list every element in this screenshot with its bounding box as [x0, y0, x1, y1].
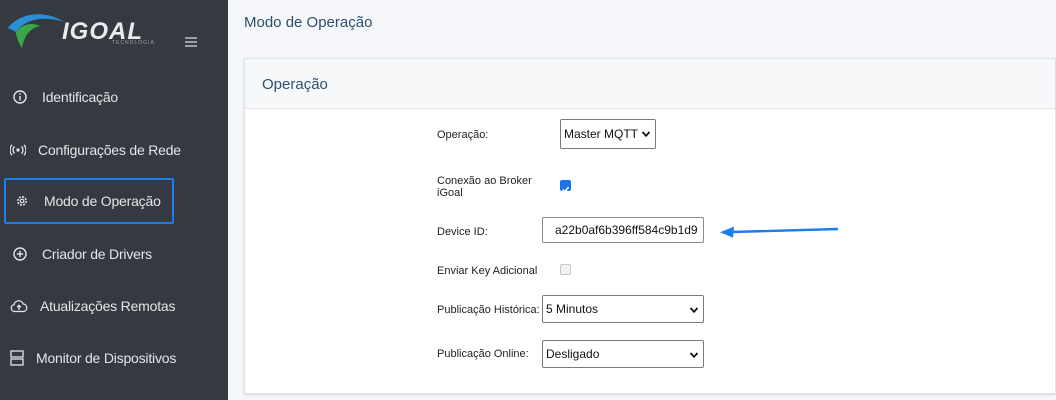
server-icon — [10, 348, 24, 368]
chevron-down-icon — [689, 307, 699, 314]
sidebar-item-label: Criador de Drivers — [42, 246, 152, 262]
publicacao-online-select-value: Desligado — [546, 347, 600, 361]
enviar-key-label: Enviar Key Adicional — [437, 265, 538, 277]
gear-icon — [12, 191, 32, 211]
sidebar-item-configuracoes-rede[interactable]: Configurações de Rede — [4, 127, 181, 173]
enviar-key-checkbox[interactable] — [560, 264, 571, 275]
card-title: Operação — [262, 76, 328, 93]
sidebar: IGOAL TECNOLOGIA Identificação Configura… — [0, 0, 228, 400]
page-title: Modo de Operação — [244, 14, 373, 31]
info-icon — [10, 87, 30, 107]
sidebar-item-label: Atualizações Remotas — [40, 298, 176, 314]
sidebar-item-label: Configurações de Rede — [38, 142, 181, 158]
sidebar-item-criador-drivers[interactable]: Criador de Drivers — [4, 231, 174, 277]
sidebar-item-monitor-dispositivos[interactable]: Monitor de Dispositivos — [4, 335, 177, 381]
sidebar-item-label: Identificação — [42, 89, 119, 105]
device-id-label: Device ID: — [437, 226, 488, 238]
annotation-arrow-icon — [720, 226, 839, 238]
operacao-select[interactable]: Master MQTT — [560, 119, 656, 149]
operacao-select-value: Master MQTT — [564, 127, 638, 141]
sidebar-item-label: Monitor de Dispositivos — [36, 350, 177, 366]
sidebar-item-identificacao[interactable]: Identificação — [4, 74, 174, 120]
chevron-down-icon — [641, 131, 651, 138]
content-header: Modo de Operação — [228, 0, 1056, 44]
conexao-broker-label: Conexão ao Broker iGoal — [437, 175, 532, 199]
operacao-label: Operação: — [437, 129, 489, 141]
brand-logo: IGOAL TECNOLOGIA — [0, 0, 228, 62]
publicacao-historica-label: Publicação Histórica: — [437, 304, 540, 316]
device-id-input[interactable]: a22b0af6b396ff584c9b1d9 — [542, 217, 704, 243]
menu-toggle-icon[interactable] — [185, 37, 199, 49]
brand-tagline: TECNOLOGIA — [112, 40, 155, 46]
sidebar-item-atualizacoes-remotas[interactable]: Atualizações Remotas — [4, 283, 176, 329]
publicacao-online-select[interactable]: Desligado — [542, 340, 704, 368]
plus-circle-icon — [10, 244, 30, 264]
publicacao-historica-select-value: 5 Minutos — [546, 302, 599, 316]
chevron-down-icon — [689, 352, 699, 359]
sidebar-item-modo-operacao[interactable]: Modo de Operação — [4, 178, 174, 224]
checkmark-icon — [561, 186, 570, 193]
publicacao-historica-select[interactable]: 5 Minutos — [542, 295, 704, 323]
conexao-broker-checkbox[interactable] — [560, 180, 571, 193]
sidebar-item-label: Modo de Operação — [44, 193, 161, 209]
logo-swoosh-icon — [8, 14, 64, 48]
wifi-broadcast-icon — [10, 140, 26, 160]
cloud-upload-icon — [10, 296, 28, 316]
publicacao-online-label: Publicação Online: — [437, 348, 529, 360]
card-header: Operação — [245, 59, 1055, 109]
